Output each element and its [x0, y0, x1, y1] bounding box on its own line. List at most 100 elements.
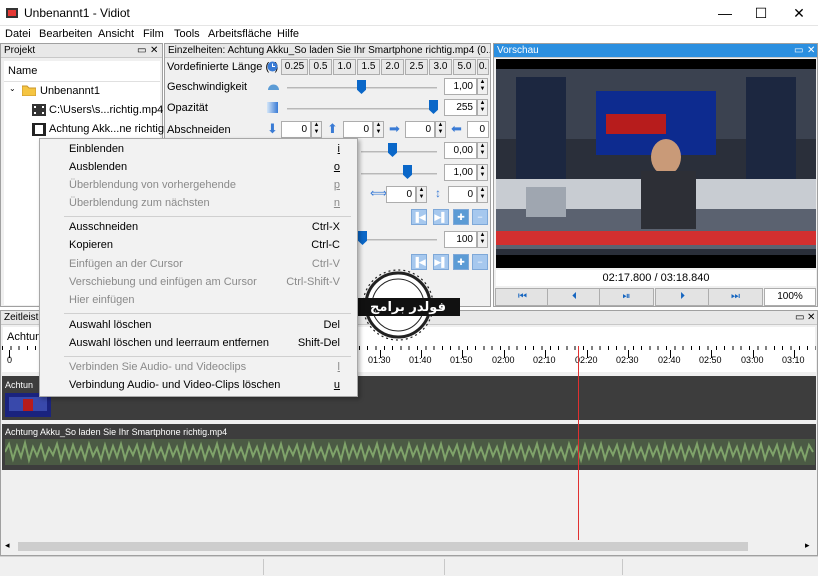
menu-item-paste-at-cursor[interactable]: Einfügen an der Cursor	[69, 258, 183, 270]
audio-clip-label: Achtung Akku_So laden Sie Ihr Smartphone…	[5, 427, 228, 437]
crop-top-field[interactable]: 0	[281, 121, 311, 138]
preview-video-frame[interactable]	[496, 59, 816, 268]
menu-bearbeiten[interactable]: Bearbeiten	[39, 28, 92, 40]
scale-slider-thumb[interactable]	[403, 165, 412, 179]
status-divider	[622, 559, 623, 575]
menu-item-link-clips[interactable]: Verbinden Sie Audio- und Videoclips	[69, 361, 246, 373]
menu-item-crossfade-previous[interactable]: Überblendung von vorhergehende	[69, 179, 236, 191]
expand-chevron-icon[interactable]: ⌄	[9, 84, 16, 93]
preset-button-3-0[interactable]: 3.0	[429, 59, 452, 75]
keyframe-prev-button[interactable]: ▐◀	[411, 209, 427, 225]
crop-bottom-icon: ⬆	[327, 121, 338, 136]
menu-item-crossfade-next[interactable]: Überblendung zum nächsten	[69, 197, 210, 209]
offset-y-stepper[interactable]: ▲ ▼	[477, 186, 488, 203]
rotation-slider-thumb[interactable]	[388, 143, 397, 157]
rotation-field[interactable]: 0,00	[444, 142, 477, 159]
scale-field[interactable]: 1,00	[444, 164, 477, 181]
zoom-field[interactable]: 100%	[764, 288, 816, 306]
status-bar	[0, 556, 818, 576]
skip-to-end-button[interactable]: ⏭	[708, 288, 763, 306]
menu-arbeitsflaeche[interactable]: Arbeitsfläche	[208, 28, 272, 40]
menu-item-fade-out[interactable]: Ausblenden	[69, 161, 127, 173]
crop-bottom-stepper[interactable]: ▲ ▼	[373, 121, 384, 138]
close-icon[interactable]: ✕	[807, 312, 815, 324]
opacity-stepper[interactable]: ▲ ▼	[477, 99, 488, 116]
close-icon[interactable]: ✕	[807, 45, 815, 57]
volume-slider-thumb[interactable]	[358, 231, 367, 245]
minimize-button[interactable]: —	[708, 0, 742, 26]
preview-panel-header: Vorschau	[494, 44, 817, 58]
scale-slider[interactable]	[361, 173, 437, 175]
scroll-left-icon[interactable]: ◂	[5, 540, 10, 551]
menu-film[interactable]: Film	[143, 28, 164, 40]
preset-button-more[interactable]: 0.	[477, 59, 489, 75]
preset-button-2-0[interactable]: 2.0	[381, 59, 404, 75]
crop-left-stepper[interactable]: ▲ ▼	[435, 121, 446, 138]
crop-left-field[interactable]: 0	[405, 121, 435, 138]
project-item-file[interactable]: C:\Users\s...richtig.mp4	[49, 104, 163, 116]
menu-item-delete-and-trim[interactable]: Auswahl löschen und leerraum entfernen	[69, 337, 269, 349]
volume-stepper[interactable]: ▲ ▼	[477, 231, 488, 248]
rotation-stepper[interactable]: ▲ ▼	[477, 142, 488, 159]
scroll-right-icon[interactable]: ▸	[805, 540, 810, 551]
crop-right-field[interactable]: 0	[467, 121, 489, 138]
rotation-slider[interactable]	[361, 151, 437, 153]
menu-datei[interactable]: Datei	[5, 28, 31, 40]
menu-item-copy[interactable]: Kopieren	[69, 239, 113, 251]
preset-button-2-5[interactable]: 2.5	[405, 59, 428, 75]
speed-field[interactable]: 1,00	[444, 78, 477, 95]
project-item-sequence[interactable]: Achtung Akk...ne richtig	[49, 123, 164, 135]
header-divider	[4, 81, 160, 82]
menu-item-delete-selection[interactable]: Auswahl löschen	[69, 319, 152, 331]
opacity-field[interactable]: 255	[444, 99, 477, 116]
step-back-button[interactable]: ⏴	[547, 288, 602, 306]
offset-y-field[interactable]: 0	[448, 186, 477, 203]
menu-item-paste-here[interactable]: Hier einfügen	[69, 294, 134, 306]
close-button[interactable]: ✕	[782, 0, 816, 26]
preset-button-1-0[interactable]: 1.0	[333, 59, 356, 75]
menu-item-unlink-clips[interactable]: Verbindung Audio- und Video-Clips lösche…	[69, 379, 280, 391]
project-root[interactable]: Unbenannt1	[40, 85, 100, 97]
menu-tools[interactable]: Tools	[174, 28, 200, 40]
step-forward-button[interactable]: ⏵	[655, 288, 710, 306]
float-icon[interactable]: ▭	[137, 45, 146, 57]
menu-hilfe[interactable]: Hilfe	[277, 28, 299, 40]
maximize-button[interactable]: ☐	[744, 0, 778, 26]
scale-stepper[interactable]: ▲ ▼	[477, 164, 488, 181]
crop-bottom-field[interactable]: 0	[343, 121, 373, 138]
menu-ansicht[interactable]: Ansicht	[98, 28, 134, 40]
preset-button-0-5[interactable]: 0.5	[309, 59, 332, 75]
playhead[interactable]	[578, 346, 579, 540]
menu-item-fade-in[interactable]: Einblenden	[69, 143, 124, 155]
timeline-tab[interactable]: Achtun	[7, 331, 41, 343]
opacity-slider-thumb[interactable]	[429, 100, 438, 114]
menu-item-shift-paste[interactable]: Verschiebung und einfügen am Cursor	[69, 276, 257, 288]
menu-bar: Datei Bearbeiten Ansicht Film Tools Arbe…	[0, 26, 818, 43]
audio-keyframe-remove-button[interactable]: −	[472, 254, 488, 270]
float-icon[interactable]: ▭	[795, 312, 804, 324]
volume-field[interactable]: 100	[444, 231, 477, 248]
watermark-text: فولدر برامج	[370, 300, 446, 315]
speed-slider-thumb[interactable]	[357, 80, 366, 94]
crop-top-stepper[interactable]: ▲ ▼	[311, 121, 322, 138]
preset-button-1-5[interactable]: 1.5	[357, 59, 380, 75]
offset-x-stepper[interactable]: ▲ ▼	[416, 186, 427, 203]
tick-label-8: 02:40	[658, 355, 681, 365]
timeline-scrollbar[interactable]: ◂ ▸	[2, 540, 816, 553]
keyframe-remove-button[interactable]: −	[472, 209, 488, 225]
offset-x-field[interactable]: 0	[386, 186, 416, 203]
skip-to-start-button[interactable]: ⏮	[495, 288, 550, 306]
volume-slider[interactable]	[361, 239, 437, 241]
preset-button-0-25[interactable]: 0.25	[281, 59, 308, 75]
keyframe-add-button[interactable]: ✚	[453, 209, 469, 225]
opacity-slider[interactable]	[287, 108, 437, 110]
menu-item-cut[interactable]: Ausschneiden	[69, 221, 138, 233]
column-header-name[interactable]: Name	[8, 65, 37, 77]
float-icon[interactable]: ▭	[794, 45, 803, 57]
preset-button-5-0[interactable]: 5.0	[453, 59, 476, 75]
play-button[interactable]: ⏯	[599, 288, 654, 306]
scrollbar-thumb[interactable]	[18, 542, 748, 551]
keyframe-next-button[interactable]: ▶▌	[433, 209, 449, 225]
close-icon[interactable]: ✕	[150, 45, 158, 57]
speed-stepper[interactable]: ▲ ▼	[477, 78, 488, 95]
